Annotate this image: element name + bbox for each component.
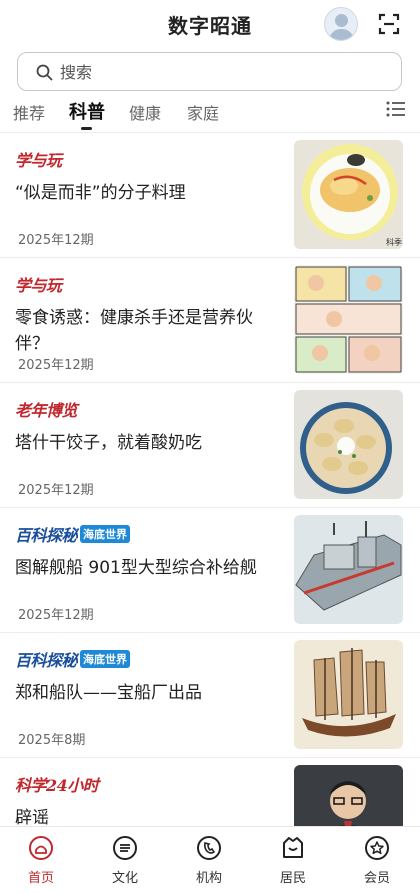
article-title[interactable]: 辟谣 xyxy=(15,805,280,826)
source-logo: 老年博览 xyxy=(15,401,78,420)
article-thumbnail[interactable] xyxy=(294,515,403,624)
avatar-head xyxy=(335,14,348,27)
tabbar-item-resident[interactable]: 居民 xyxy=(258,835,328,891)
article-source: 老年博览 xyxy=(15,399,78,420)
source-logo: 科学24小时 xyxy=(15,776,99,795)
tabbar-label: 首页 xyxy=(27,871,54,886)
article-issue: 2025年12期 xyxy=(18,358,94,373)
category-menu-button[interactable] xyxy=(386,100,406,118)
article-source: 学与玩 xyxy=(15,149,62,170)
tabbar-label: 文化 xyxy=(111,871,138,886)
article-thumbnail[interactable] xyxy=(294,765,403,826)
article-card[interactable]: 百科探秘 海底世界 郑和船队——宝船厂出品 2025年8期 xyxy=(0,633,420,758)
source-logo: 百科探秘 xyxy=(15,651,78,670)
active-tab-indicator xyxy=(81,127,92,130)
tabbar-label: 机构 xyxy=(195,871,222,886)
article-thumbnail[interactable]: 科季 xyxy=(294,140,403,249)
article-feed[interactable]: 学与玩 “似是而非”的分子料理 2025年12期 科季 学与玩 零食诱惑：健康杀… xyxy=(0,133,420,826)
article-card[interactable]: 老年博览 塔什干饺子，就着酸奶吃 2025年12期 xyxy=(0,383,420,508)
culture-icon xyxy=(113,836,137,860)
member-icon xyxy=(365,836,389,860)
source-badge: 海底世界 xyxy=(80,525,131,543)
article-source: 学与玩 xyxy=(15,274,62,295)
scan-button[interactable] xyxy=(378,13,400,35)
category-tabs: 推荐 科普 健康 家庭 xyxy=(0,96,420,132)
article-title[interactable]: 图解舰船 901型大型综合补给舰 xyxy=(15,555,280,581)
home-icon xyxy=(29,836,53,860)
search-input[interactable] xyxy=(60,59,380,85)
article-card[interactable]: 科学24小时 辟谣 xyxy=(0,758,420,826)
article-source: 百科探秘 海底世界 xyxy=(15,524,131,545)
article-issue: 2025年12期 xyxy=(18,233,94,248)
tabbar-item-culture[interactable]: 文化 xyxy=(90,835,160,891)
article-card[interactable]: 学与玩 “似是而非”的分子料理 2025年12期 科季 xyxy=(0,133,420,258)
article-issue: 2025年12期 xyxy=(18,483,94,498)
tab-family[interactable]: 家庭 xyxy=(187,100,219,124)
article-card[interactable]: 百科探秘 海底世界 图解舰船 901型大型综合补给舰 2025年12期 xyxy=(0,508,420,633)
article-title[interactable]: 零食诱惑：健康杀手还是营养伙伴？ xyxy=(15,305,280,357)
scan-icon xyxy=(378,13,400,35)
user-avatar[interactable] xyxy=(324,7,358,41)
article-title[interactable]: “似是而非”的分子料理 xyxy=(15,180,280,206)
search-bar[interactable] xyxy=(17,52,402,91)
bottom-tab-bar: 首页 文化 机构 居民 会员 xyxy=(0,826,420,894)
article-issue: 2025年8期 xyxy=(18,733,86,748)
tabbar-item-member[interactable]: 会员 xyxy=(342,835,412,891)
tabbar-item-institution[interactable]: 机构 xyxy=(174,835,244,891)
resident-icon xyxy=(283,837,303,858)
article-source: 科学24小时 xyxy=(15,774,99,795)
source-logo: 学与玩 xyxy=(15,151,62,170)
tabbar-item-home[interactable]: 首页 xyxy=(6,835,76,891)
tab-recommend[interactable]: 推荐 xyxy=(13,100,45,124)
article-issue: 2025年12期 xyxy=(18,608,94,623)
article-card[interactable]: 学与玩 零食诱惑：健康杀手还是营养伙伴？ 2025年12期 xyxy=(0,258,420,383)
tab-science[interactable]: 科普 xyxy=(69,98,105,124)
thumbnail-caption: 科季 xyxy=(386,237,402,247)
list-menu-icon xyxy=(386,101,405,117)
avatar-body xyxy=(329,29,354,40)
source-logo: 百科探秘 xyxy=(15,526,78,545)
institution-icon xyxy=(197,836,221,860)
article-thumbnail[interactable] xyxy=(294,640,403,749)
tabbar-label: 会员 xyxy=(363,871,390,886)
tabbar-label: 居民 xyxy=(279,871,306,886)
tab-health[interactable]: 健康 xyxy=(129,100,161,124)
article-thumbnail[interactable] xyxy=(294,390,403,499)
article-title[interactable]: 郑和船队——宝船厂出品 xyxy=(15,680,280,706)
source-logo: 学与玩 xyxy=(15,276,62,295)
source-badge: 海底世界 xyxy=(80,650,131,668)
search-icon xyxy=(36,64,53,81)
article-title[interactable]: 塔什干饺子，就着酸奶吃 xyxy=(15,430,280,456)
article-thumbnail[interactable] xyxy=(294,265,403,374)
app-header: 数字昭通 xyxy=(0,0,420,50)
article-source: 百科探秘 海底世界 xyxy=(15,649,131,670)
